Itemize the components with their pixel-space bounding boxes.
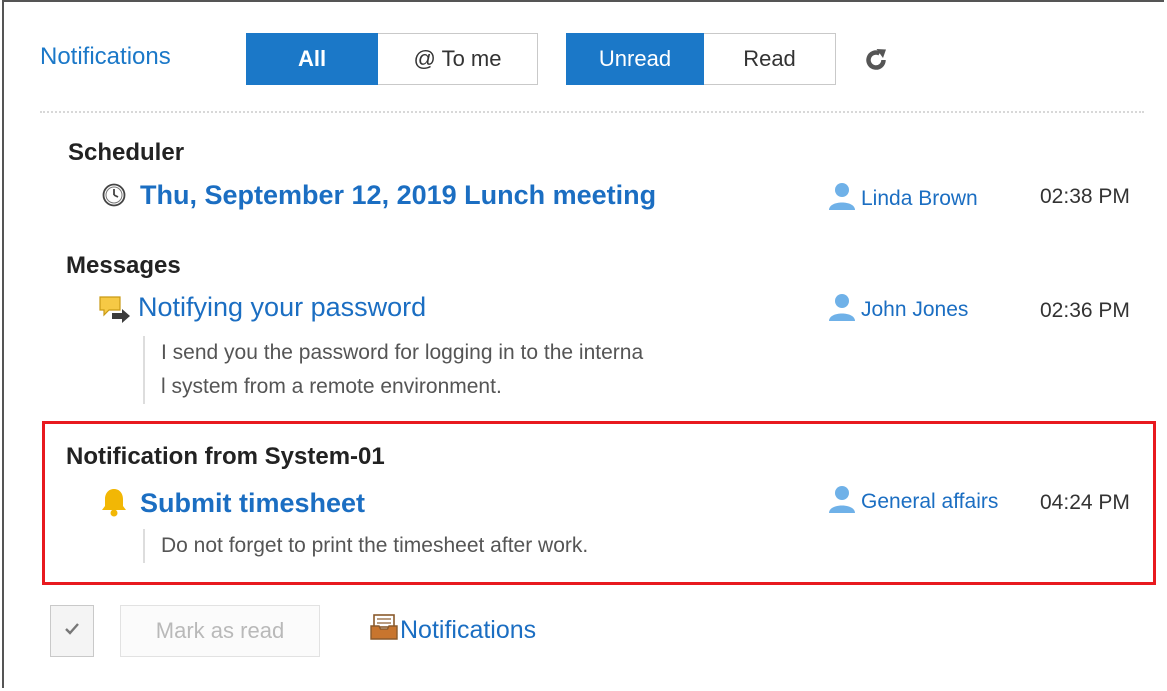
mark-as-read-button[interactable]: Mark as read	[120, 605, 320, 657]
message-icon	[98, 294, 132, 329]
group-title-scheduler: Scheduler	[68, 139, 185, 166]
sender-name: General affairs	[861, 490, 999, 513]
filter-to-me-button[interactable]: @ To me	[378, 33, 538, 85]
filter-all-button[interactable]: All	[246, 33, 378, 85]
message-snippet: I send you the password for logging in t…	[143, 336, 643, 404]
scope-filter: All @ To me	[246, 33, 538, 85]
user-icon	[827, 485, 857, 519]
clock-icon	[102, 183, 126, 212]
user-icon	[827, 182, 857, 216]
inbox-tray-icon	[370, 614, 398, 647]
read-status-filter: Unread Read	[566, 33, 836, 85]
message-snippet: Do not forget to print the timesheet aft…	[143, 529, 588, 563]
notification-time: 04:24 PM	[1040, 491, 1130, 514]
header-divider	[40, 111, 1144, 113]
refresh-icon[interactable]	[864, 48, 888, 72]
notification-time: 02:36 PM	[1040, 299, 1130, 322]
filter-unread-button[interactable]: Unread	[566, 33, 704, 85]
notification-time: 02:38 PM	[1040, 185, 1130, 208]
notification-subject[interactable]: Thu, September 12, 2019 Lunch meeting	[140, 180, 656, 211]
notifications-link-label: Notifications	[400, 616, 537, 644]
page-title: Notifications	[40, 43, 171, 70]
snippet-line: l system from a remote environment.	[161, 375, 502, 398]
notifications-link[interactable]: Notifications	[370, 614, 536, 647]
snippet-line: Do not forget to print the timesheet aft…	[161, 534, 589, 557]
group-title-messages: Messages	[66, 252, 181, 279]
group-title-system: Notification from System-01	[66, 443, 385, 470]
checkmark-icon	[64, 622, 80, 641]
sender-link[interactable]: General affairs	[827, 485, 998, 519]
select-all-checkbox[interactable]	[50, 605, 94, 657]
sender-name: John Jones	[861, 298, 969, 321]
notification-subject[interactable]: Submit timesheet	[140, 488, 365, 519]
bell-icon	[100, 487, 128, 522]
notification-subject[interactable]: Notifying your password	[138, 292, 426, 323]
sender-link[interactable]: Linda Brown	[827, 182, 978, 216]
filter-read-button[interactable]: Read	[704, 33, 836, 85]
snippet-line: I send you the password for logging in t…	[161, 341, 644, 364]
sender-name: Linda Brown	[861, 187, 978, 210]
user-icon	[827, 293, 857, 327]
sender-link[interactable]: John Jones	[827, 293, 968, 327]
